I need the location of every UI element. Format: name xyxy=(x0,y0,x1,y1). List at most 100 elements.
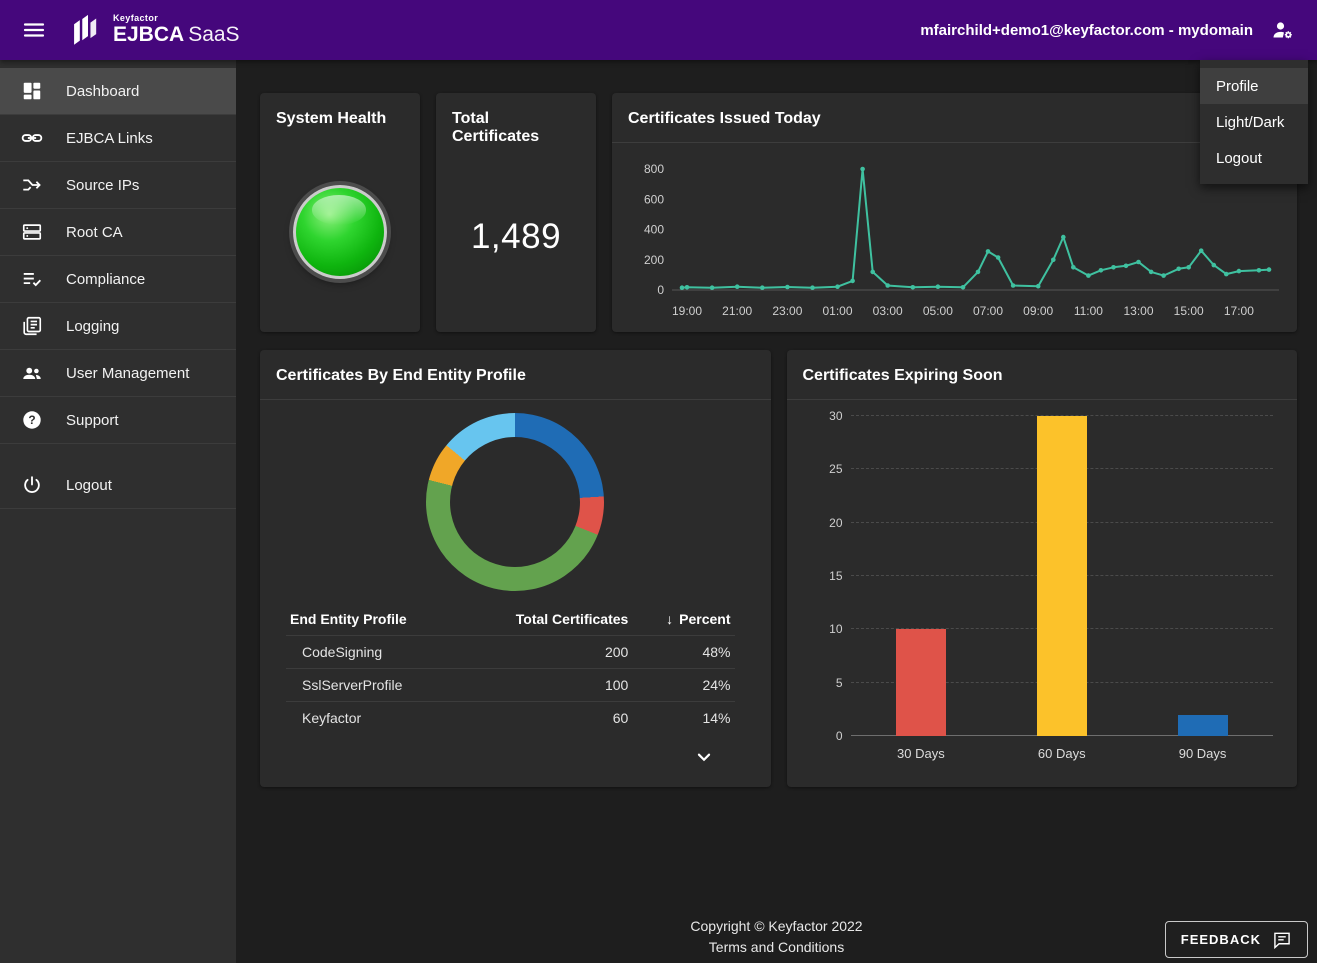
svg-text:01:00: 01:00 xyxy=(822,304,852,318)
bar-60-days xyxy=(1037,416,1087,736)
certificates-issued-today-card: Certificates Issued Today 02004006008001… xyxy=(612,93,1297,332)
brand-product-suffix: SaaS xyxy=(188,24,239,46)
topbar: Keyfactor EJBCA SaaS mfairchild+demo1@ke… xyxy=(0,0,1317,60)
storage-icon xyxy=(21,221,43,243)
sidebar-item-logging[interactable]: Logging xyxy=(0,303,236,350)
y-axis-tick-label: 15 xyxy=(809,569,843,583)
by-profile-title: Certificates By End Entity Profile xyxy=(260,350,771,400)
svg-text:03:00: 03:00 xyxy=(873,304,903,318)
sidebar-item-source-ips[interactable]: Source IPs xyxy=(0,162,236,209)
certificates-by-profile-card: Certificates By End Entity Profile End E… xyxy=(260,350,771,787)
menu-item-profile[interactable]: Profile xyxy=(1200,68,1308,104)
total-certificates-value: 1,489 xyxy=(436,160,596,332)
feedback-button[interactable]: FEEDBACK xyxy=(1165,921,1308,958)
column-header-total[interactable]: Total Certificates xyxy=(462,603,632,636)
cell-percent: 48% xyxy=(632,636,734,669)
svg-text:09:00: 09:00 xyxy=(1023,304,1053,318)
y-axis-tick-label: 0 xyxy=(809,729,843,743)
system-health-card: System Health xyxy=(260,93,420,332)
feedback-label: FEEDBACK xyxy=(1181,932,1261,947)
sidebar-item-label: Dashboard xyxy=(66,83,139,100)
sidebar-divider xyxy=(0,444,236,462)
sidebar-item-compliance[interactable]: Compliance xyxy=(0,256,236,303)
svg-text:13:00: 13:00 xyxy=(1123,304,1153,318)
cell-total: 60 xyxy=(462,702,632,735)
donut-wrap xyxy=(260,413,771,591)
issued-today-line-chart: 020040060080019:0021:0023:0001:0003:0005… xyxy=(612,143,1297,328)
svg-text:07:00: 07:00 xyxy=(973,304,1003,318)
sort-descending-icon: ↓ xyxy=(666,611,673,627)
issued-today-title: Certificates Issued Today xyxy=(612,93,1297,143)
profile-table-body: CodeSigning20048%SslServerProfile10024%K… xyxy=(286,636,735,735)
sidebar-item-logout[interactable]: Logout xyxy=(0,462,236,509)
sidebar-item-root-ca[interactable]: Root CA xyxy=(0,209,236,256)
merge-arrows-icon xyxy=(21,174,43,196)
keyfactor-logo-icon xyxy=(70,9,106,51)
account-label: mfairchild+demo1@keyfactor.com - mydomai… xyxy=(920,22,1253,39)
system-health-body xyxy=(260,142,420,332)
cell-total: 200 xyxy=(462,636,632,669)
profile-donut-chart xyxy=(426,413,604,591)
bar-90-days xyxy=(1178,715,1228,736)
profile-table-header-row: End Entity Profile Total Certificates ↓P… xyxy=(286,603,735,636)
user-menu: ProfileLight/DarkLogout xyxy=(1200,60,1308,184)
table-row[interactable]: Keyfactor6014% xyxy=(286,702,735,735)
sidebar-item-user-management[interactable]: User Management xyxy=(0,350,236,397)
cell-percent: 24% xyxy=(632,669,734,702)
system-health-title: System Health xyxy=(260,93,420,142)
svg-text:15:00: 15:00 xyxy=(1174,304,1204,318)
svg-text:23:00: 23:00 xyxy=(772,304,802,318)
y-axis-tick-label: 30 xyxy=(809,409,843,423)
ejbca-dashboard-page: Keyfactor EJBCA SaaS mfairchild+demo1@ke… xyxy=(0,0,1317,963)
cell-percent: 14% xyxy=(632,702,734,735)
brand-product: EJBCA xyxy=(113,24,184,46)
menu-item-logout[interactable]: Logout xyxy=(1200,140,1308,176)
cell-profile: SslServerProfile xyxy=(286,669,462,702)
terms-link[interactable]: Terms and Conditions xyxy=(236,937,1317,957)
table-row[interactable]: SslServerProfile10024% xyxy=(286,669,735,702)
svg-text:19:00: 19:00 xyxy=(672,304,702,318)
chevron-down-icon xyxy=(693,746,715,768)
expand-table-button[interactable] xyxy=(689,742,719,772)
account-menu-button[interactable] xyxy=(1261,8,1305,52)
svg-text:?: ? xyxy=(28,413,35,427)
y-axis-tick-label: 20 xyxy=(809,516,843,530)
column-header-percent[interactable]: ↓Percent xyxy=(632,603,734,636)
expiring-title: Certificates Expiring Soon xyxy=(787,350,1298,400)
x-category-label: 30 Days xyxy=(876,746,966,761)
svg-text:800: 800 xyxy=(644,162,664,176)
sidebar-item-dashboard[interactable]: Dashboard xyxy=(0,68,236,115)
brand-text: Keyfactor EJBCA SaaS xyxy=(113,14,240,46)
svg-text:17:00: 17:00 xyxy=(1224,304,1254,318)
sidebar-item-label: User Management xyxy=(66,365,189,382)
svg-text:600: 600 xyxy=(644,192,664,206)
svg-text:05:00: 05:00 xyxy=(923,304,953,318)
menu-button[interactable] xyxy=(12,8,56,52)
table-row[interactable]: CodeSigning20048% xyxy=(286,636,735,669)
logs-icon xyxy=(21,315,43,337)
sidebar-item-ejbca-links[interactable]: EJBCA Links xyxy=(0,115,236,162)
sidebar-item-label: Compliance xyxy=(66,271,145,288)
column-header-profile[interactable]: End Entity Profile xyxy=(286,603,462,636)
brand: Keyfactor EJBCA SaaS xyxy=(70,9,240,51)
sidebar-item-label: Source IPs xyxy=(66,177,139,194)
cell-total: 100 xyxy=(462,669,632,702)
cell-profile: Keyfactor xyxy=(286,702,462,735)
bottom-cards-row: Certificates By End Entity Profile End E… xyxy=(260,350,1297,787)
power-icon xyxy=(21,474,43,496)
sidebar-item-label: Logout xyxy=(66,477,112,494)
bar-30-days xyxy=(896,629,946,736)
svg-text:21:00: 21:00 xyxy=(722,304,752,318)
menu-icon xyxy=(22,18,46,42)
total-certificates-card: Total Certificates 1,489 xyxy=(436,93,596,332)
menu-item-light-dark[interactable]: Light/Dark xyxy=(1200,104,1308,140)
sidebar-item-support[interactable]: ? Support xyxy=(0,397,236,444)
sidebar-item-label: Support xyxy=(66,412,119,429)
cell-profile: CodeSigning xyxy=(286,636,462,669)
sidebar-nav: Dashboard EJBCA Links Source IPs Root CA Com… xyxy=(0,68,236,444)
svg-text:11:00: 11:00 xyxy=(1074,304,1103,318)
sidebar: Dashboard EJBCA Links Source IPs Root CA Com… xyxy=(0,60,236,963)
sidebar-logout-container: Logout xyxy=(0,462,236,509)
link-icon xyxy=(21,127,43,149)
account-gear-icon xyxy=(1271,18,1295,42)
